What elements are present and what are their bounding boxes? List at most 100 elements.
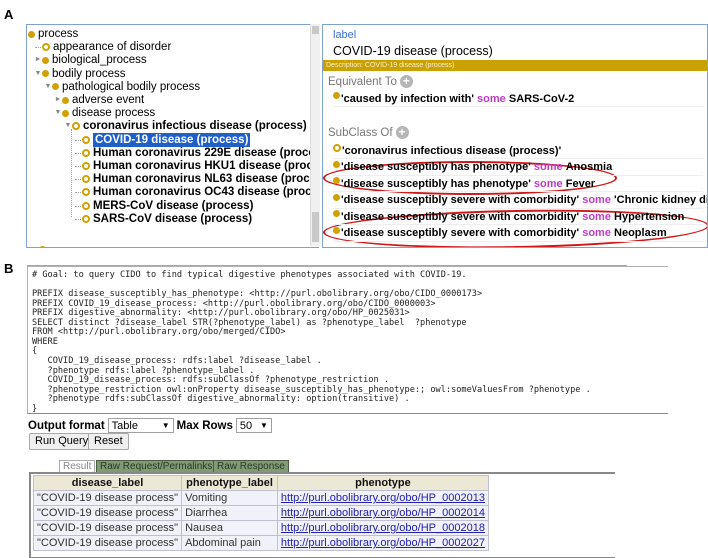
query-line: ?phenotype rdfs:subClassOf digestive_abn… <box>32 394 410 405</box>
phenotype-link[interactable]: http://purl.obolibrary.org/obo/HP_000201… <box>281 522 485 534</box>
axiom-filler: Neoplasm <box>614 227 667 239</box>
axiom-keyword: some <box>582 227 611 239</box>
phenotype-link[interactable]: http://purl.obolibrary.org/obo/HP_000201… <box>281 492 485 504</box>
tree-connector-line <box>74 192 81 194</box>
phenotype-link[interactable]: http://purl.obolibrary.org/obo/HP_000202… <box>281 537 485 549</box>
panel-label-b: B <box>4 261 14 276</box>
run-query-button[interactable]: Run Query <box>29 433 95 450</box>
class-icon <box>52 83 59 91</box>
axiom-bullet-icon <box>333 177 340 184</box>
expand-down-icon[interactable]: ▼ <box>34 67 42 81</box>
tree-node-label: Human coronavirus NL63 disease (process) <box>93 173 319 186</box>
add-equivalent-icon[interactable]: + <box>399 75 413 88</box>
axiom-filler: Fever <box>565 177 596 190</box>
axiom-bullet-icon <box>333 193 340 201</box>
chevron-down-icon: ▼ <box>259 421 268 430</box>
axiom-row[interactable]: 'caused by infection with' some SARS-CoV… <box>333 91 703 107</box>
axiom-keyword: some <box>533 161 563 173</box>
class-icon <box>82 201 90 210</box>
tree-connector-line <box>74 205 81 207</box>
tree-node-label: process <box>38 28 79 40</box>
axiom-row[interactable]: 'disease susceptibly has phenotype' some… <box>333 176 703 192</box>
class-icon <box>82 175 90 184</box>
max-rows-value: 50 <box>239 419 253 432</box>
tree-node[interactable]: appearance of disorder <box>34 40 171 54</box>
expand-down-icon[interactable]: ▼ <box>54 106 62 120</box>
column-header-phenotype-label[interactable]: phenotype_label <box>181 475 278 491</box>
tree-node-label: Human coronavirus 229E disease (process) <box>93 146 319 159</box>
axiom-filler: 'Chronic kidney disease' <box>614 194 708 206</box>
tree-node-label: MERS-CoV disease (process) <box>93 199 254 212</box>
tree-node[interactable]: process <box>28 27 78 41</box>
sparql-query-textarea[interactable]: # Goal: to query CIDO to find typical di… <box>27 266 668 414</box>
table-cell-phenotype: http://purl.obolibrary.org/obo/HP_000202… <box>276 535 489 551</box>
tree-node-label: adverse event <box>72 94 145 106</box>
table-row: "COVID-19 disease process" Nausea http://p… <box>32 520 489 536</box>
axiom-row[interactable]: 'coronavirus infectious disease (process… <box>333 143 703 159</box>
axiom-property: 'disease susceptibly has phenotype' <box>341 161 531 173</box>
axiom-keyword: some <box>582 210 611 223</box>
tree-node[interactable]: COVID-19 disease (process) <box>74 132 251 147</box>
axiom-row[interactable]: 'disease susceptibly severe with comorbi… <box>333 226 703 242</box>
axiom-keyword: some <box>477 92 506 105</box>
results-header-row: disease_label phenotype_label phenotype <box>32 475 489 491</box>
tree-node[interactable]: ▼ bodily process <box>34 67 126 81</box>
tree-scrollbar[interactable] <box>310 24 320 246</box>
table-row: "COVID-19 disease process" Diarrhea http:/… <box>32 505 489 521</box>
expand-right-icon[interactable]: ► <box>34 53 42 67</box>
tree-connector-line <box>74 218 81 220</box>
tree-node[interactable]: Human coronavirus NL63 disease (process) <box>74 172 319 186</box>
reset-button[interactable]: Reset <box>88 433 129 450</box>
tree-connector-line <box>74 139 81 141</box>
class-icon <box>42 43 50 52</box>
axiom-bullet-icon <box>333 226 340 234</box>
tree-node-label: COVID-19 disease (process) <box>93 132 251 147</box>
axiom-property: 'coronavirus infectious disease (process… <box>342 144 562 157</box>
tree-node[interactable]: ► adverse event <box>54 93 145 107</box>
tree-node[interactable]: ▼ coronavirus infectious disease (process… <box>64 119 307 133</box>
class-icon <box>39 245 46 247</box>
tree-node[interactable]: SARS-CoV disease (process) <box>74 212 252 226</box>
tree-node-partial[interactable] <box>39 242 49 247</box>
tree-node-label: SARS-CoV disease (process) <box>93 212 253 225</box>
class-hierarchy-tree[interactable]: process appearance of disorder ► biological… <box>26 24 319 248</box>
axiom-property: 'disease susceptibly has phenotype' <box>341 177 531 190</box>
tree-connector-line <box>74 152 81 154</box>
annotation-label-heading[interactable]: label <box>333 29 356 41</box>
column-header-disease-label[interactable]: disease_label <box>32 475 183 491</box>
tree-node[interactable]: MERS-CoV disease (process) <box>74 199 253 213</box>
class-description-panel: label COVID-19 disease (process) Descrip… <box>322 24 708 248</box>
expand-down-icon[interactable]: ▼ <box>44 80 52 94</box>
tree-node[interactable]: ▼ pathological bodily process <box>44 80 201 94</box>
query-options: Output format Table ▼ Max Rows 50 ▼ <box>28 418 275 433</box>
class-icon <box>28 30 35 38</box>
table-cell-disease-label: "COVID-19 disease process" <box>32 520 183 536</box>
scrollbar-thumb[interactable] <box>312 212 319 242</box>
tree-node-label: coronavirus infectious disease (process) <box>83 120 307 133</box>
tree-node[interactable]: ▼ disease process <box>54 106 156 120</box>
table-cell-phenotype-label: Vomiting <box>181 490 278 506</box>
axiom-row[interactable]: 'disease susceptibly severe with comorbi… <box>333 193 707 209</box>
scrollbar-arrow-up[interactable] <box>312 26 319 34</box>
column-header-phenotype[interactable]: phenotype <box>276 475 489 491</box>
tree-node-label: disease process <box>72 107 156 120</box>
tree-connector <box>74 146 82 160</box>
axiom-keyword: some <box>533 177 563 190</box>
phenotype-link[interactable]: http://purl.obolibrary.org/obo/HP_000201… <box>281 507 485 519</box>
results-table: disease_label phenotype_label phenotype "C… <box>32 475 489 551</box>
output-format-select[interactable]: Table ▼ <box>107 418 174 433</box>
tree-node[interactable]: Human coronavirus 229E disease (process) <box>74 146 319 160</box>
axiom-row[interactable]: 'disease susceptibly has phenotype' some… <box>333 160 703 176</box>
tree-connector-line <box>74 179 81 181</box>
expand-right-icon[interactable]: ► <box>54 93 62 107</box>
subclass-of-title: SubClass Of <box>328 126 393 139</box>
tree-node[interactable]: Human coronavirus OC43 disease (process) <box>74 185 319 199</box>
description-title-bar: Description: COVID-19 disease (process) <box>323 60 707 71</box>
max-rows-select[interactable]: 50 ▼ <box>235 418 272 433</box>
tree-node[interactable]: Human coronavirus HKU1 disease (process) <box>74 159 319 173</box>
class-icon <box>42 56 49 64</box>
axiom-property: 'disease susceptibly severe with comorbi… <box>341 194 580 206</box>
axiom-row[interactable]: 'disease susceptibly severe with comorbi… <box>333 209 703 225</box>
add-superclass-icon[interactable]: + <box>395 126 409 139</box>
tree-node[interactable]: ► biological_process <box>34 53 147 67</box>
